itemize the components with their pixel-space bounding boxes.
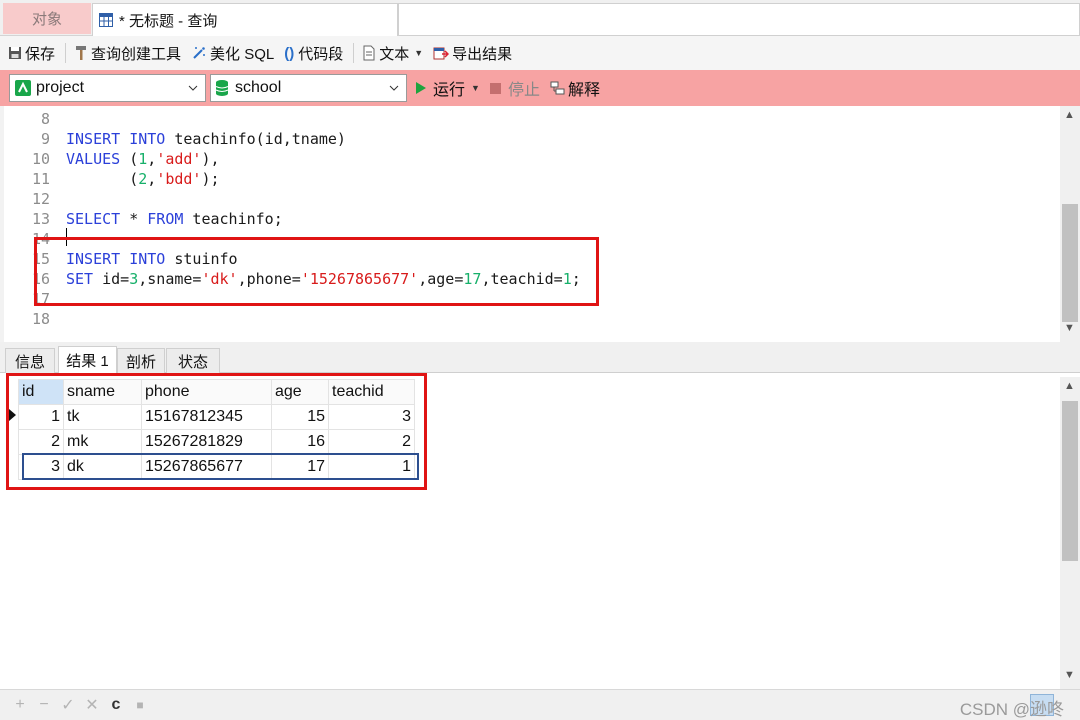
refresh-icon[interactable]: c	[104, 695, 128, 715]
table-query-icon	[99, 13, 113, 27]
query-toolbar: 保存 查询创建工具 美化 SQL () 代码段 文本 ▼ 导出结果	[0, 36, 1080, 70]
line-number: 13	[31, 210, 50, 228]
code-line: 13 SELECT * FROM teachinfo;	[4, 209, 283, 229]
play-icon	[416, 82, 426, 94]
stop-button[interactable]: 停止	[489, 76, 540, 100]
grid-status-bar: + − ✓ ✕ c ■ CSDN @逊咚	[0, 689, 1080, 720]
code-line: 9 INSERT INTO teachinfo(id,tname)	[4, 129, 346, 149]
query-builder-label: 查询创建工具	[91, 45, 182, 63]
scroll-down-icon[interactable]: ▼	[1064, 669, 1075, 681]
scroll-down-icon[interactable]: ▼	[1064, 322, 1075, 334]
sql-editor[interactable]: 8 9 INSERT INTO teachinfo(id,tname) 10 VAL…	[0, 106, 1080, 342]
line-number: 8	[40, 110, 50, 128]
apply-changes-icon[interactable]: ✓	[56, 695, 80, 715]
run-label: 运行	[433, 82, 466, 99]
chevron-down-icon	[389, 85, 399, 91]
document-tab-bar: 对象 * 无标题 - 查询	[0, 0, 1080, 36]
save-icon	[9, 47, 21, 59]
connection-select[interactable]: project	[9, 74, 206, 102]
database-name: school	[235, 79, 282, 96]
export-result-label: 导出结果	[452, 45, 513, 63]
tab-status[interactable]: 状态	[166, 348, 220, 373]
sql-string: 'add'	[156, 150, 202, 168]
beautify-sql-label: 美化 SQL	[210, 45, 275, 63]
result-tab-bar: 信息 结果 1 剖析 状态	[0, 346, 1080, 373]
scroll-up-icon[interactable]: ▲	[1064, 109, 1075, 121]
scroll-up-icon[interactable]: ▲	[1064, 380, 1075, 392]
sql-keyword: FROM	[147, 210, 184, 228]
stop-icon	[489, 82, 501, 94]
chevron-down-icon	[188, 85, 198, 91]
delete-record-icon[interactable]: −	[32, 695, 56, 715]
sql-keyword: INTO	[129, 130, 166, 148]
code-line: 10 VALUES (1,'add'),	[4, 149, 220, 169]
sql-keyword: INSERT	[66, 130, 121, 148]
database-select[interactable]: school	[210, 74, 407, 102]
stop-label: 停止	[507, 82, 540, 99]
scrollbar-thumb[interactable]	[1062, 204, 1078, 322]
result-grid: id sname phone age teachid 1 tk 15167812…	[0, 373, 1080, 689]
code-snippet-button[interactable]: () 代码段	[284, 43, 343, 64]
export-icon	[433, 47, 450, 60]
hammer-icon	[76, 46, 87, 60]
code-line: 8	[4, 109, 50, 129]
stop-icon[interactable]: ■	[128, 695, 152, 715]
grid-scrollbar[interactable]: ▲ ▼	[1060, 377, 1080, 689]
sql-number: 1	[138, 150, 148, 168]
connection-name: project	[36, 79, 85, 96]
toolbar-divider	[353, 43, 355, 63]
parentheses-icon: ()	[284, 44, 295, 62]
tab-result-1[interactable]: 结果 1	[58, 346, 117, 373]
connection-icon	[15, 80, 31, 96]
text-mode-button[interactable]: 文本 ▼	[362, 43, 423, 64]
tab-strip-empty	[398, 3, 1080, 36]
export-result-button[interactable]: 导出结果	[433, 43, 512, 64]
query-tab-label: * 无标题 - 查询	[119, 12, 218, 30]
tab-untitled-query[interactable]: * 无标题 - 查询	[92, 3, 398, 36]
beautify-sql-button[interactable]: 美化 SQL	[191, 43, 274, 64]
magic-wand-icon	[193, 47, 206, 59]
run-button[interactable]: 运行 ▼	[415, 76, 480, 100]
line-number: 11	[31, 170, 50, 188]
code-snippet-label: 代码段	[298, 45, 344, 63]
database-icon	[215, 80, 229, 96]
dropdown-caret-icon[interactable]: ▼	[414, 48, 423, 58]
dropdown-caret-icon[interactable]: ▼	[471, 83, 480, 93]
explain-label: 解释	[567, 82, 600, 99]
annotation-highlight-box	[34, 237, 599, 306]
save-label: 保存	[25, 45, 56, 63]
line-number: 12	[31, 190, 50, 208]
sql-keyword: VALUES	[66, 150, 121, 168]
save-button[interactable]: 保存	[8, 43, 55, 64]
line-number: 10	[31, 150, 50, 168]
discard-changes-icon[interactable]: ✕	[80, 695, 104, 715]
document-icon	[363, 45, 375, 61]
watermark-text: CSDN @逊咚	[959, 700, 1064, 719]
new-row-highlight-box	[22, 453, 419, 480]
add-record-icon[interactable]: +	[8, 695, 32, 715]
code-line: 12	[4, 189, 50, 209]
sql-number: 2	[138, 170, 148, 188]
code-line: 11 (2,'bdd');	[4, 169, 220, 189]
explain-icon	[550, 81, 565, 95]
sql-text: teachinfo(id,tname)	[165, 130, 346, 148]
tab-objects[interactable]: 对象	[3, 3, 91, 34]
tab-info[interactable]: 信息	[5, 348, 55, 373]
query-builder-button[interactable]: 查询创建工具	[74, 43, 181, 64]
line-number: 9	[40, 130, 50, 148]
tab-profile[interactable]: 剖析	[117, 348, 165, 373]
sql-string: 'bdd'	[156, 170, 202, 188]
text-mode-label: 文本	[379, 45, 410, 63]
connection-bar: project school 运行 ▼ 停止 解释	[0, 70, 1080, 106]
line-number: 18	[31, 310, 50, 328]
sql-keyword: SELECT	[66, 210, 121, 228]
editor-scrollbar[interactable]: ▲ ▼	[1060, 106, 1080, 342]
toolbar-divider	[65, 43, 67, 63]
code-line: 18	[4, 309, 50, 329]
explain-button[interactable]: 解释	[550, 76, 600, 100]
scrollbar-thumb[interactable]	[1062, 401, 1078, 561]
